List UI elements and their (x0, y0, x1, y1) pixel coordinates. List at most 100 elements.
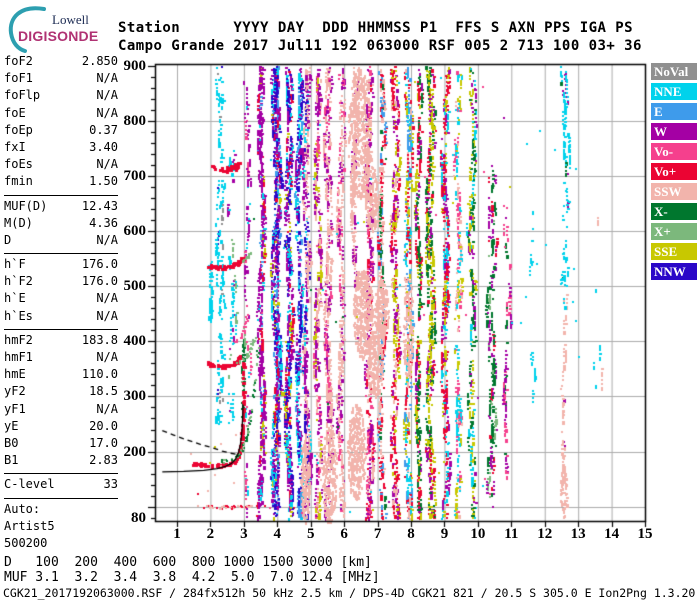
param-row-hf2: h`F2 176.0 (4, 274, 118, 291)
param-label: B0 (4, 435, 19, 450)
param-row-auto: Auto: (4, 502, 118, 519)
param-row-he: h`E N/A (4, 291, 118, 308)
legend-item-e: E (651, 103, 697, 120)
param-row-yf1: yF1 N/A (4, 402, 118, 419)
param-row-foe: foE N/A (4, 106, 118, 123)
param-label: h`E (4, 291, 26, 306)
x-tick-label-10: 10 (470, 526, 486, 542)
y-tick-label-500: 500 (123, 278, 147, 295)
param-label: C-level (4, 477, 55, 492)
param-row-foflp: foFlp N/A (4, 88, 118, 105)
station-header: Station YYYY DAY DDD HHMMSS P1 FFS S AXN… (118, 19, 642, 55)
logo-digisonde-text: DIGISONDE (18, 28, 99, 44)
y-tick-label-800: 800 (123, 112, 147, 129)
legend-item-vo: Vo- (651, 143, 697, 160)
param-row-ye: yE 20.0 (4, 419, 118, 436)
x-tick-label-1: 1 (173, 526, 181, 542)
param-row-hme: hmE 110.0 (4, 367, 118, 384)
x-tick-label-15: 15 (637, 526, 653, 542)
x-tick-label-3: 3 (240, 526, 248, 542)
header-field-values: Campo Grande 2017 Jul11 192 063000 RSF 0… (118, 38, 642, 54)
param-row-d: D N/A (4, 233, 118, 250)
param-row-hmf2: hmF2 183.8 (4, 333, 118, 350)
param-row-fof1: foF1 N/A (4, 71, 118, 88)
param-label: yE (4, 418, 19, 433)
legend-item-w: W (651, 123, 697, 140)
param-label: hmE (4, 367, 26, 382)
x-tick-label-8: 8 (407, 526, 415, 542)
panel-separator (4, 194, 118, 196)
scaled-parameters-panel: foF2 2.850 foF1 N/A foFlp N/A foE N/A foEp 0.37 fx… (4, 54, 118, 553)
legend-item-x: X+ (651, 223, 697, 240)
param-row-hes: h`Es N/A (4, 309, 118, 326)
param-label: fxI (4, 139, 26, 154)
param-label: h`Es (4, 308, 33, 323)
digisonde-logo: Lowell DIGISONDE (4, 4, 116, 54)
panel-separator (4, 253, 118, 255)
panel-separator (4, 328, 118, 330)
muf-row: MUF 3.1 3.2 3.4 3.8 4.2 5.0 7.0 12.4 [MH… (4, 569, 380, 585)
param-label: Auto: (4, 501, 41, 516)
param-label: foFlp (4, 88, 41, 103)
x-tick-label-5: 5 (306, 526, 315, 542)
param-label: B1 (4, 453, 19, 468)
x-tick-label-14: 14 (604, 526, 620, 542)
param-label: D (4, 232, 12, 247)
legend-item-sse: SSE (651, 243, 697, 260)
x-tick-label-12: 12 (537, 526, 553, 542)
x-tick-label-13: 13 (570, 526, 586, 542)
x-tick-label-4: 4 (273, 526, 282, 542)
x-tick-label-7: 7 (373, 526, 382, 542)
param-row-artist5: Artist5 (4, 519, 118, 536)
x-tick-label-6: 6 (340, 526, 348, 542)
param-row-fxi: fxI 3.40 (4, 140, 118, 157)
param-label: foEp (4, 122, 33, 137)
legend-item-nne: NNE (651, 83, 697, 100)
param-label: foE (4, 105, 26, 120)
param-row-mufd: MUF(D) 12.43 (4, 199, 118, 216)
param-row-500200: 500200 (4, 536, 118, 553)
param-label: hmF1 (4, 350, 33, 364)
param-label: foF1 (4, 71, 33, 86)
param-label: h`F2 (4, 274, 33, 289)
param-row-foep: foEp 0.37 (4, 123, 118, 140)
legend-item-vo: Vo+ (651, 163, 697, 180)
d-row: D 100 200 400 600 800 1000 1500 3000 [km… (4, 555, 372, 570)
param-label: yF1 (4, 401, 26, 416)
param-row-b1: B1 2.83 (4, 453, 118, 470)
muf-distance-table: D 100 200 400 600 800 1000 1500 3000 [km… (4, 555, 380, 585)
file-status-line: CGK21_2017192063000.RSF / 284fx512h 50 k… (3, 586, 696, 600)
param-label: Artist5 (4, 518, 55, 533)
param-label: h`F (4, 257, 26, 272)
x-tick-label-2: 2 (206, 526, 215, 542)
param-row-fof2: foF2 2.850 (4, 54, 118, 71)
param-label: MUF(D) (4, 198, 48, 213)
panel-separator (4, 473, 118, 475)
param-label: hmF2 (4, 332, 33, 347)
y-tick-label-700: 700 (123, 167, 147, 184)
panel-separator (4, 497, 118, 499)
y-tick-label-300: 300 (123, 388, 147, 405)
param-row-hf: h`F 176.0 (4, 257, 118, 274)
header-field-names: Station YYYY DAY DDD HHMMSS P1 FFS S AXN… (118, 20, 633, 36)
param-row-fmin: fmin 1.50 (4, 174, 118, 191)
y-tick-label-400: 400 (123, 333, 147, 350)
param-label: yF2 (4, 384, 26, 399)
direction-color-legend: NoVal NNE E W Vo- Vo+ SSW X- X+ SSE NNW (651, 63, 699, 283)
y-tick-label-80: 80 (131, 509, 146, 526)
param-label: 500200 (4, 535, 48, 550)
param-label: fmin (4, 174, 33, 189)
param-label: M(D) (4, 215, 33, 230)
y-tick-label-200: 200 (123, 443, 147, 460)
param-row-clevel: C-level33 (4, 477, 118, 494)
param-row-b0: B0 17.0 (4, 436, 118, 453)
y-tick-label-600: 600 (123, 223, 147, 240)
ionogram-screen: Lowell DIGISONDE Station YYYY DAY DDD HH… (0, 0, 700, 600)
legend-item-nnw: NNW (651, 263, 697, 280)
param-row-md: M(D) 4.36 (4, 216, 118, 233)
param-label: foF2 (4, 54, 33, 68)
param-row-foes: foEs N/A (4, 157, 118, 174)
y-tick-label-900: 900 (123, 57, 147, 74)
legend-item-noval: NoVal (651, 63, 697, 80)
legend-item-x: X- (651, 203, 697, 220)
